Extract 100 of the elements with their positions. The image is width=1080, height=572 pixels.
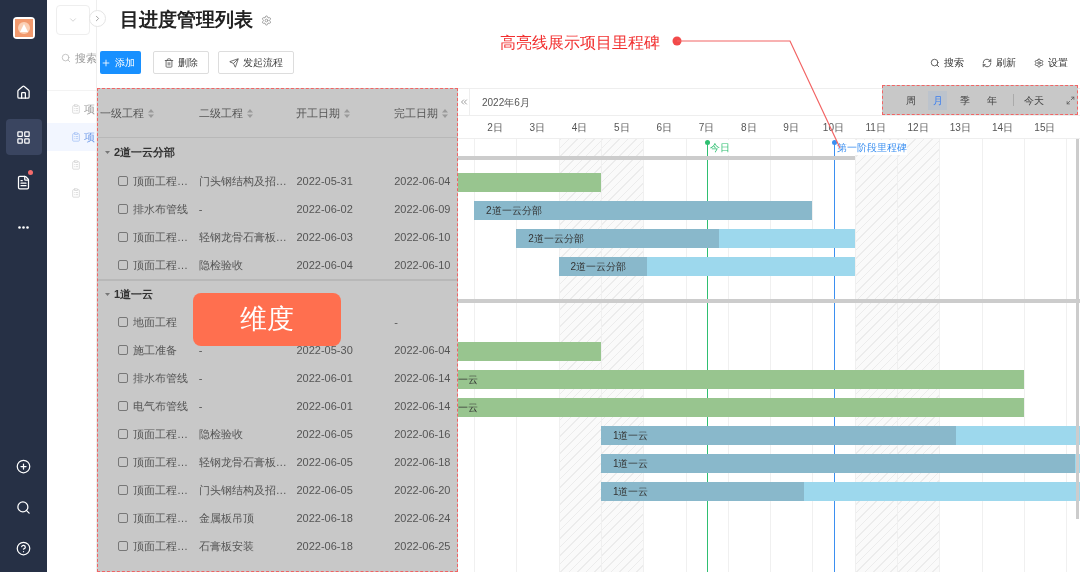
table-cell: 门头钢结构及招… <box>198 174 287 187</box>
table-cell: 2022-06-18 <box>296 539 353 552</box>
table-cell: 门头钢结构及招… <box>198 483 287 496</box>
row-checkbox[interactable] <box>118 513 128 523</box>
today-button[interactable]: 今天 <box>1024 92 1044 108</box>
row-checkbox[interactable] <box>118 260 128 270</box>
column-header[interactable]: 一级工程 <box>100 104 144 122</box>
task-bar[interactable]: 2道一云分部 <box>474 201 813 220</box>
view-tab[interactable]: 季 <box>955 90 974 110</box>
apps-icon <box>16 129 31 145</box>
settings-icon <box>1034 57 1044 68</box>
table-cell-text: 顶面工程… <box>133 454 188 470</box>
milestone-label: 今日 <box>709 140 730 155</box>
chevron-down-icon <box>68 15 78 25</box>
day-label: 8日 <box>740 121 758 135</box>
month-label: 2022年6月 <box>482 95 530 110</box>
task-bar[interactable]: 1道一云 <box>600 426 1080 445</box>
day-label: 4日 <box>570 121 589 135</box>
day-label: 13日 <box>948 121 972 135</box>
row-checkbox[interactable] <box>118 373 128 383</box>
row-checkbox[interactable] <box>118 345 128 355</box>
paper-plane-icon <box>229 57 239 68</box>
bar-label: 一云 <box>458 401 478 415</box>
table-cell: - <box>198 202 203 215</box>
search-icon <box>16 499 31 515</box>
day-label: 15日 <box>1033 121 1057 135</box>
row-checkbox[interactable] <box>118 204 128 214</box>
table-cell: - <box>198 399 203 412</box>
row-checkbox[interactable] <box>118 401 128 411</box>
table-cell-text: 顶面工程… <box>133 173 188 189</box>
table-cell-text: 顶面工程… <box>133 510 188 526</box>
more-icon <box>18 225 29 229</box>
toolbar-action[interactable]: 刷新 <box>982 55 1016 70</box>
task-bar[interactable]: 2道一云分部 <box>516 229 855 248</box>
table-cell: 2022-06-10 <box>394 258 451 271</box>
table-cell-text: 顶面工程… <box>133 482 188 498</box>
view-tab[interactable]: 年 <box>982 90 1001 110</box>
column-header[interactable]: 完工日期 <box>394 104 439 122</box>
add-button[interactable]: 添加 <box>100 51 141 74</box>
table-cell: 2022-06-24 <box>394 511 451 524</box>
view-tab[interactable]: 周 <box>901 90 920 110</box>
row-checkbox[interactable] <box>118 232 128 242</box>
refresh-icon <box>982 57 992 68</box>
task-bar[interactable]: 2道一云分部 <box>558 257 855 276</box>
sort-icon <box>148 108 154 118</box>
sort-icon <box>442 108 449 118</box>
table-cell: 2022-06-05 <box>296 483 353 496</box>
table-cell: 轻钢龙骨石膏板… <box>198 455 287 468</box>
fullscreen-icon[interactable] <box>1066 95 1075 105</box>
bar-label: 2道一云分部 <box>486 204 542 218</box>
table-cell: 石膏板安装 <box>198 539 254 552</box>
expand-caret-icon[interactable] <box>105 292 110 297</box>
help-icon <box>16 540 31 556</box>
toolbar-button[interactable]: 删除 <box>153 51 209 74</box>
row-checkbox[interactable] <box>118 457 128 467</box>
milestone-label: 第一阶段里程碑 <box>836 140 907 155</box>
settings-icon[interactable] <box>261 14 272 26</box>
sort-icon <box>246 108 253 118</box>
row-checkbox[interactable] <box>118 176 128 186</box>
nav-item[interactable] <box>5 119 42 155</box>
table-cell: 2022-06-09 <box>394 202 451 215</box>
day-label: 5日 <box>613 121 631 135</box>
expand-caret-icon[interactable] <box>105 150 110 155</box>
table-cell: 金属板吊顶 <box>198 511 254 524</box>
table-cell-text: 顶面工程… <box>133 257 188 273</box>
document-icon <box>71 188 81 198</box>
table-cell: 2022-05-30 <box>296 343 353 356</box>
table-cell-text: 排水布管线 <box>133 201 188 217</box>
table-cell-text: 施工准备 <box>133 342 177 358</box>
task-bar[interactable]: 一云 <box>458 370 1024 389</box>
row-checkbox[interactable] <box>118 429 128 439</box>
row-checkbox[interactable] <box>118 485 128 495</box>
toolbar-button[interactable]: 发起流程 <box>218 51 294 74</box>
column-header[interactable]: 二级工程 <box>198 104 243 122</box>
group-name: 2道一云分部 <box>114 145 176 161</box>
collapse-button[interactable] <box>458 89 470 115</box>
table-cell-text: 顶面工程… <box>133 426 188 442</box>
dropdown-field[interactable] <box>56 5 90 35</box>
toolbar-action[interactable]: 搜索 <box>930 55 964 70</box>
trash-icon <box>164 57 174 68</box>
plus-icon <box>101 57 111 68</box>
task-bar[interactable]: 1道一云 <box>600 454 1080 473</box>
task-bar[interactable]: 1道一云 <box>600 482 1080 501</box>
table-cell: 2022-06-02 <box>296 202 353 215</box>
table-cell: - <box>198 343 203 356</box>
document-icon <box>71 104 81 114</box>
table-cell: 2022-06-04 <box>394 343 451 356</box>
day-label: 2日 <box>486 121 504 135</box>
toolbar-action[interactable]: 设置 <box>1034 55 1068 70</box>
row-checkbox[interactable] <box>118 317 128 327</box>
task-bar[interactable]: 一云 <box>458 398 1024 417</box>
table-cell-text: 排水布管线 <box>133 370 188 386</box>
row-checkbox[interactable] <box>118 541 128 551</box>
table-cell: 2022-06-01 <box>296 371 353 384</box>
logo-icon <box>12 17 35 39</box>
day-label: 6日 <box>655 121 673 135</box>
scrollbar[interactable] <box>1076 139 1079 519</box>
bar-label: 2道一云分部 <box>528 232 584 246</box>
table-cell: 2022-06-05 <box>296 427 353 440</box>
column-header[interactable]: 开工日期 <box>296 104 341 122</box>
